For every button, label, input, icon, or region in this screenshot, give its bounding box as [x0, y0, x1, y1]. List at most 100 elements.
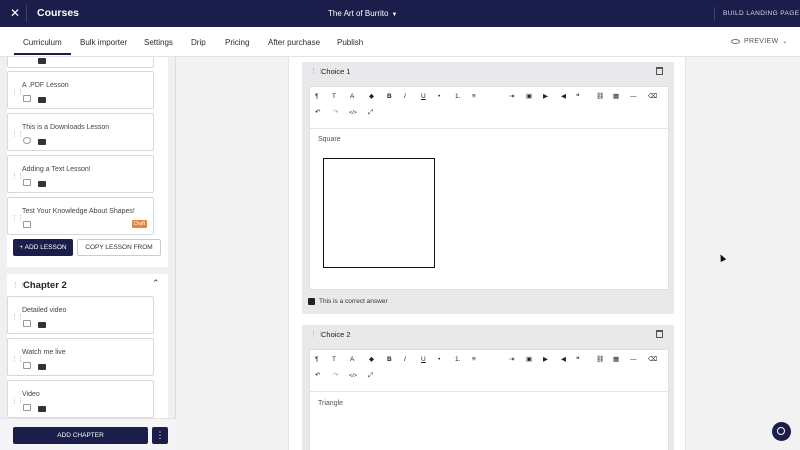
comment-icon [38, 181, 46, 187]
chapter-title[interactable]: Chapter 2 [23, 280, 67, 291]
tab-bulk-importer[interactable]: Bulk importer [80, 38, 127, 47]
lesson-item[interactable]: ⋮⋮ Detailed video [7, 296, 154, 334]
paragraph-format-icon[interactable]: ¶ [315, 93, 319, 101]
add-chapter-button[interactable]: ADD CHAPTER [13, 427, 148, 444]
copy-lesson-button[interactable]: COPY LESSON FROM [77, 239, 161, 256]
font-color-icon[interactable]: A [350, 356, 354, 364]
fullscreen-icon[interactable]: ⤢ [368, 109, 373, 117]
more-options-icon[interactable]: ⋮ [152, 427, 168, 444]
audio-icon[interactable]: ◀ [561, 356, 566, 364]
square-shape-image [323, 158, 435, 268]
eye-icon [731, 38, 740, 44]
tab-publish[interactable]: Publish [337, 38, 363, 47]
audio-icon[interactable]: ◀ [561, 93, 566, 101]
horizontal-rule-icon[interactable]: — [630, 356, 637, 364]
trash-icon[interactable] [656, 67, 663, 75]
link-icon[interactable]: ⛓ [596, 356, 604, 364]
redo-icon[interactable]: ↷ [333, 372, 338, 380]
lesson-item[interactable]: ⋮⋮ Watch me live [7, 338, 154, 376]
drag-handle-icon[interactable]: ⋮⋮ [11, 214, 24, 222]
italic-icon[interactable]: I [404, 356, 406, 364]
font-size-icon[interactable]: T [332, 93, 336, 101]
code-view-icon[interactable]: </> [349, 372, 357, 380]
image-icon[interactable]: ▣ [526, 356, 532, 364]
draft-badge: Draft [132, 220, 147, 228]
lesson-name: Adding a Text Lesson! [22, 166, 91, 173]
drag-handle-icon[interactable]: ⋮⋮ [11, 397, 24, 405]
drag-handle-icon[interactable]: ⋮⋮ [11, 130, 24, 138]
highlight-icon[interactable]: ◆ [369, 93, 374, 101]
lesson-item[interactable]: ⋮⋮ This is a Downloads Lesson [7, 113, 154, 151]
redo-icon[interactable]: ↷ [333, 109, 338, 117]
lesson-item[interactable]: ⋮⋮ A .PDF Lesson [7, 71, 154, 109]
undo-icon[interactable]: ↶ [315, 372, 320, 380]
clear-format-icon[interactable]: ⌫ [648, 356, 657, 364]
bold-icon[interactable]: B [387, 356, 392, 364]
underline-icon[interactable]: U [421, 93, 426, 101]
fullscreen-icon[interactable]: ⤢ [368, 372, 373, 380]
undo-icon[interactable]: ↶ [315, 109, 320, 117]
clear-format-icon[interactable]: ⌫ [648, 93, 657, 101]
drag-handle-icon[interactable]: ⋮⋮ [11, 313, 24, 321]
bullet-list-icon[interactable]: • [438, 93, 440, 101]
course-name: The Art of Burrito [328, 9, 389, 18]
tab-curriculum[interactable]: Curriculum [23, 38, 62, 47]
video-embed-icon[interactable]: ▶ [543, 356, 548, 364]
close-icon[interactable]: ✕ [8, 6, 22, 20]
numbered-list-icon[interactable]: 1. [455, 93, 460, 101]
align-icon[interactable]: ≡ [472, 93, 476, 101]
comment-icon [38, 97, 46, 103]
lesson-name: A .PDF Lesson [22, 82, 69, 89]
lesson-item[interactable] [7, 57, 154, 68]
highlight-icon[interactable]: ◆ [369, 356, 374, 364]
font-size-icon[interactable]: T [332, 356, 336, 364]
quote-icon[interactable]: ❝ [576, 356, 580, 364]
lesson-item[interactable]: ⋮⋮ Video [7, 380, 154, 418]
bullet-list-icon[interactable]: • [438, 356, 440, 364]
drag-handle-icon[interactable]: ⋮⋮ [11, 172, 24, 180]
build-landing-page-button[interactable]: BUILD LANDING PAGE [723, 10, 799, 17]
trash-icon[interactable] [656, 330, 663, 338]
chat-support-icon[interactable] [772, 422, 791, 441]
tab-settings[interactable]: Settings [144, 38, 173, 47]
lesson-name: Video [22, 391, 40, 398]
tab-drip[interactable]: Drip [191, 38, 206, 47]
correct-answer-checkbox[interactable]: This is a correct answer [308, 298, 388, 305]
divider [26, 5, 27, 22]
italic-icon[interactable]: I [404, 93, 406, 101]
add-lesson-button[interactable]: + ADD LESSON [13, 239, 73, 256]
align-icon[interactable]: ≡ [472, 356, 476, 364]
video-embed-icon[interactable]: ▶ [543, 93, 548, 101]
page-title: Courses [37, 7, 80, 19]
font-color-icon[interactable]: A [350, 93, 354, 101]
code-view-icon[interactable]: </> [349, 109, 357, 117]
indent-icon[interactable]: ⇥ [509, 356, 514, 364]
tab-pricing[interactable]: Pricing [225, 38, 249, 47]
underline-icon[interactable]: U [421, 356, 426, 364]
rich-text-editor[interactable]: ¶ T A ◆ B I U • 1. ≡ ⇥ ▣ ▶ ◀ ❝ ⛓ ▦ — ⌫ ↶… [309, 349, 669, 450]
lesson-item[interactable]: ⋮⋮ Adding a Text Lesson! [7, 155, 154, 193]
drag-handle-icon[interactable]: ⋮⋮ [11, 88, 24, 96]
chevron-up-icon[interactable]: ⌃ [152, 278, 160, 289]
quote-icon[interactable]: ❝ [576, 93, 580, 101]
course-selector[interactable]: The Art of Burrito ▼ [328, 9, 397, 18]
add-lesson-label: ADD LESSON [24, 244, 67, 251]
table-icon[interactable]: ▦ [613, 93, 619, 101]
comment-icon [38, 406, 46, 412]
lesson-name: Detailed video [22, 307, 67, 314]
curriculum-sidebar[interactable]: ⋮⋮ A .PDF Lesson ⋮⋮ This is a Downloads … [0, 57, 176, 450]
table-icon[interactable]: ▦ [613, 356, 619, 364]
indent-icon[interactable]: ⇥ [509, 93, 514, 101]
preview-button[interactable]: PREVIEW ⌄ [731, 38, 788, 45]
numbered-list-icon[interactable]: 1. [455, 356, 460, 364]
bold-icon[interactable]: B [387, 93, 392, 101]
link-icon[interactable]: ⛓ [596, 93, 604, 101]
drag-handle-icon[interactable]: ⋮⋮ [11, 355, 24, 363]
lesson-item[interactable]: ⋮⋮ Test Your Knowledge About Shapes! Dra… [7, 197, 154, 235]
horizontal-rule-icon[interactable]: — [630, 93, 637, 101]
video-icon [23, 362, 31, 369]
image-icon[interactable]: ▣ [526, 93, 532, 101]
chevron-down-icon: ⌄ [782, 39, 788, 45]
tab-after-purchase[interactable]: After purchase [268, 38, 320, 47]
paragraph-format-icon[interactable]: ¶ [315, 356, 319, 364]
